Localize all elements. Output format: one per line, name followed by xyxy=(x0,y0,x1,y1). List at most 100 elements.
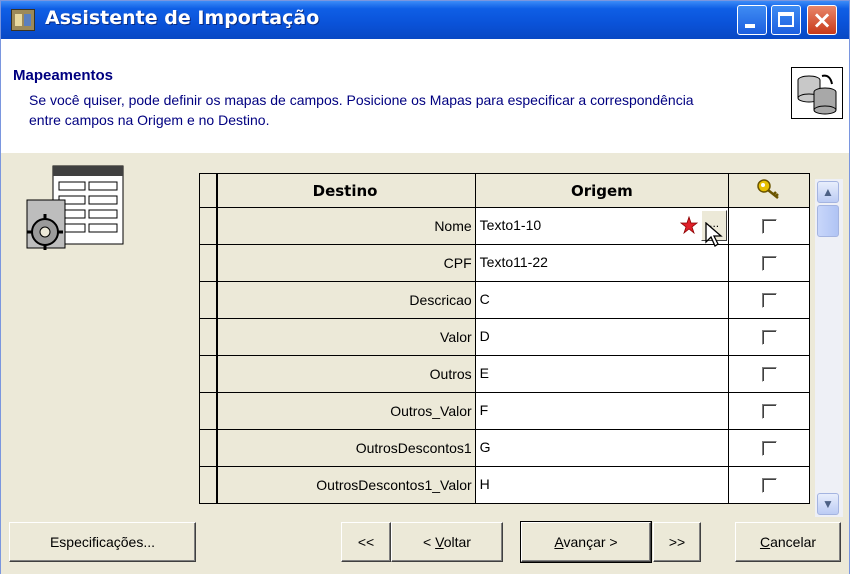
table-row[interactable]: OutrosDescontos1 G xyxy=(199,429,810,467)
key-checkbox[interactable] xyxy=(761,440,777,456)
row-header[interactable] xyxy=(199,392,219,430)
key-checkbox[interactable] xyxy=(761,477,777,493)
origem-value: F xyxy=(479,402,489,418)
maximize-button[interactable] xyxy=(771,5,801,35)
row-header-corner xyxy=(199,173,219,208)
key-checkbox[interactable] xyxy=(761,366,777,382)
origem-editor[interactable]: C xyxy=(480,282,728,318)
key-cell xyxy=(728,281,810,319)
table-row[interactable]: Nome Texto1-10... xyxy=(199,207,810,247)
origem-value: D xyxy=(479,328,490,344)
key-cell xyxy=(728,429,810,467)
origem-editor[interactable]: E xyxy=(480,356,728,392)
origem-cell[interactable]: F xyxy=(474,392,730,430)
grid-header-row: Destino Origem xyxy=(199,173,810,208)
destino-cell[interactable]: Nome xyxy=(216,207,476,245)
minimize-icon xyxy=(745,24,755,28)
row-header[interactable] xyxy=(199,207,219,245)
row-header[interactable] xyxy=(199,244,219,282)
wizard-body: Destino Origem Nome Texto1-10... CPF Texto1… xyxy=(1,153,849,523)
origem-cell[interactable]: D xyxy=(474,318,730,356)
title-bar[interactable]: Assistente de Importação × xyxy=(1,1,849,39)
table-row[interactable]: Descricao C xyxy=(199,281,810,319)
destino-cell[interactable]: Valor xyxy=(216,318,476,356)
key-cell xyxy=(728,244,810,282)
origem-editor[interactable]: H xyxy=(480,467,728,503)
first-step-button[interactable]: << xyxy=(341,522,391,562)
table-row[interactable]: Outros_Valor F xyxy=(199,392,810,430)
column-header-origem[interactable]: Origem xyxy=(474,173,730,208)
scroll-thumb[interactable] xyxy=(817,205,839,237)
key-cell xyxy=(728,207,810,245)
origem-value: Texto11-22 xyxy=(479,254,548,270)
origem-cell[interactable]: C xyxy=(474,281,730,319)
minimize-button[interactable] xyxy=(737,5,767,35)
key-checkbox[interactable] xyxy=(761,255,777,271)
key-checkbox[interactable] xyxy=(761,218,777,234)
step-description: Se você quiser, pode definir os mapas de… xyxy=(29,92,694,128)
chevron-up-icon: ▲ xyxy=(822,185,834,199)
grid-vertical-scrollbar[interactable]: ▲ ▼ xyxy=(815,179,843,517)
field-mapping-icon xyxy=(17,160,127,260)
destino-cell[interactable]: Descricao xyxy=(216,281,476,319)
close-button[interactable]: × xyxy=(807,5,837,35)
destino-cell[interactable]: Outros xyxy=(216,355,476,393)
key-checkbox[interactable] xyxy=(761,292,777,308)
key-cell xyxy=(728,392,810,430)
back-button[interactable]: < Voltar xyxy=(391,522,503,562)
table-row[interactable]: OutrosDescontos1_Valor H xyxy=(199,466,810,504)
key-cell xyxy=(728,466,810,504)
origem-editor[interactable]: Texto11-22 xyxy=(480,245,728,281)
key-checkbox[interactable] xyxy=(761,329,777,345)
wizard-footer: Especificações... << < Voltar Avançar > … xyxy=(1,521,849,574)
close-icon: × xyxy=(811,6,833,34)
origem-editor[interactable]: D xyxy=(480,319,728,355)
key-icon xyxy=(757,178,779,199)
table-row[interactable]: CPF Texto11-22 xyxy=(199,244,810,282)
row-header[interactable] xyxy=(199,429,219,467)
table-row[interactable]: Valor D xyxy=(199,318,810,356)
origem-value: C xyxy=(479,291,490,307)
database-transfer-icon xyxy=(791,67,843,119)
especificacoes-button[interactable]: Especificações... xyxy=(9,522,196,562)
import-wizard-window: Assistente de Importação × Mapeamentos S… xyxy=(0,0,850,574)
column-header-destino[interactable]: Destino xyxy=(216,173,476,208)
destino-cell[interactable]: OutrosDescontos1 xyxy=(216,429,476,467)
origem-editor[interactable]: F xyxy=(480,393,728,429)
origem-cell[interactable]: E xyxy=(474,355,730,393)
app-icon xyxy=(11,9,35,31)
row-header[interactable] xyxy=(199,318,219,356)
row-header[interactable] xyxy=(199,281,219,319)
column-header-key[interactable] xyxy=(728,173,810,208)
destino-cell[interactable]: CPF xyxy=(216,244,476,282)
table-row[interactable]: Outros E xyxy=(199,355,810,393)
next-button[interactable]: Avançar > xyxy=(520,521,652,563)
origem-cell[interactable]: H xyxy=(474,466,730,504)
scroll-down-button[interactable]: ▼ xyxy=(817,493,839,515)
row-header[interactable] xyxy=(199,466,219,504)
destino-cell[interactable]: Outros_Valor xyxy=(216,392,476,430)
origem-value: E xyxy=(479,365,490,381)
wizard-header: Mapeamentos Se você quiser, pode definir… xyxy=(1,39,849,154)
mapping-grid[interactable]: Destino Origem Nome Texto1-10... CPF Texto1… xyxy=(199,173,810,529)
origem-editor[interactable]: Texto1-10... xyxy=(479,208,728,247)
key-checkbox[interactable] xyxy=(761,403,777,419)
step-title: Mapeamentos xyxy=(13,67,114,84)
origem-value: G xyxy=(479,439,491,455)
key-cell xyxy=(728,355,810,393)
destino-cell[interactable]: OutrosDescontos1_Valor xyxy=(216,466,476,504)
scroll-up-button[interactable]: ▲ xyxy=(817,181,839,203)
row-header[interactable] xyxy=(199,355,219,393)
origem-cell[interactable]: G xyxy=(474,429,730,467)
origem-cell[interactable]: Texto11-22 xyxy=(474,244,730,282)
last-step-button[interactable]: >> xyxy=(653,522,701,562)
origem-cell[interactable]: Texto1-10... xyxy=(474,207,730,247)
chevron-down-icon: ▼ xyxy=(822,497,834,511)
origem-value: Texto1-10 xyxy=(479,217,542,233)
key-cell xyxy=(728,318,810,356)
origem-editor[interactable]: G xyxy=(480,430,728,466)
maximize-icon xyxy=(778,12,794,27)
window-title: Assistente de Importação xyxy=(45,7,320,29)
cancel-button[interactable]: Cancelar xyxy=(735,522,841,562)
origem-value: H xyxy=(479,476,490,492)
